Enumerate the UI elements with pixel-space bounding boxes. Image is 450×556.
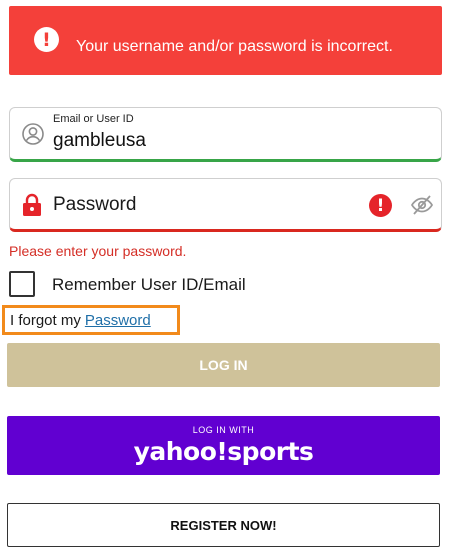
yahoo-sports-logo: yahoo!sports <box>133 437 314 466</box>
forgot-password: I forgot my Password <box>2 305 180 335</box>
yahoo-login-button[interactable]: LOG IN WITH yahoo!sports <box>7 416 440 475</box>
error-banner-message: Your username and/or password is incorre… <box>76 38 393 55</box>
password-input[interactable] <box>53 194 353 216</box>
forgot-text: I forgot my <box>10 311 81 329</box>
exclamation-circle-icon: ! <box>34 27 59 52</box>
yahoo-login-prefix: LOG IN WITH <box>192 425 255 435</box>
login-button[interactable]: LOG IN <box>7 343 440 387</box>
remember-me[interactable]: Remember User ID/Email <box>9 271 246 297</box>
password-error-icon: ! <box>369 194 392 217</box>
password-field[interactable]: ! <box>9 178 442 232</box>
user-icon <box>22 123 44 145</box>
register-button[interactable]: REGISTER NOW! <box>7 503 440 547</box>
remember-label[interactable]: Remember User ID/Email <box>52 275 246 295</box>
forgot-password-link[interactable]: Password <box>85 312 151 329</box>
error-banner: ! Your username and/or password is incor… <box>9 6 442 75</box>
email-field-label: Email or User ID <box>53 113 134 125</box>
email-input[interactable] <box>53 130 413 152</box>
password-error-message: Please enter your password. <box>9 243 187 259</box>
eye-slash-icon[interactable] <box>410 193 434 217</box>
email-field[interactable]: Email or User ID <box>9 107 442 162</box>
remember-checkbox[interactable] <box>9 271 35 297</box>
lock-icon <box>23 193 41 216</box>
